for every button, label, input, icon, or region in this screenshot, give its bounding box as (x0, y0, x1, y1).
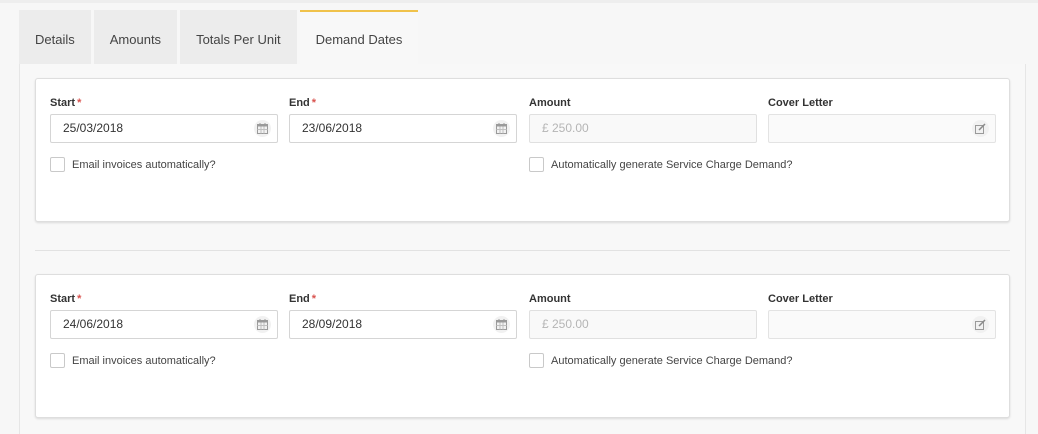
end-date-input[interactable]: 28/09/2018 (289, 310, 517, 339)
start-date-input[interactable]: 25/03/2018 (50, 114, 278, 143)
tab-totals-per-unit[interactable]: Totals Per Unit (180, 10, 297, 64)
end-label: End * (289, 97, 317, 109)
edit-icon[interactable] (972, 316, 989, 333)
email-invoices-label: Email invoices automatically? (72, 354, 216, 367)
tab-demand-dates[interactable]: Demand Dates (299, 10, 419, 64)
demand-card: Start * 24/06/2018 End * 28/09/2018 Amount… (35, 274, 1010, 418)
email-invoices-checkbox[interactable]: Email invoices automatically? (50, 353, 216, 368)
divider (35, 250, 1010, 251)
email-invoices-checkbox[interactable]: Email invoices automatically? (50, 157, 216, 172)
amount-field: Amount £ 250.00 (529, 96, 757, 143)
demand-card: Start * 25/03/2018 End * 23/06/2018 Amount… (35, 78, 1010, 222)
calendar-icon[interactable] (493, 120, 510, 137)
end-date-value: 28/09/2018 (302, 317, 363, 331)
calendar-icon[interactable] (254, 120, 271, 137)
start-label: Start * (50, 293, 82, 305)
checkbox-box[interactable] (529, 353, 544, 368)
checkbox-box[interactable] (529, 157, 544, 172)
end-field: End * 28/09/2018 (289, 292, 517, 339)
tab-panel: Start * 25/03/2018 End * 23/06/2018 Amount… (19, 64, 1026, 434)
tab-amounts[interactable]: Amounts (93, 10, 178, 64)
amount-label: Amount (529, 293, 571, 305)
cover-letter-input[interactable] (768, 310, 996, 339)
checkbox-box[interactable] (50, 157, 65, 172)
email-invoices-label: Email invoices automatically? (72, 158, 216, 171)
tab-details[interactable]: Details (19, 10, 91, 64)
tab-bar: Details Amounts Totals Per Unit Demand D… (19, 10, 421, 64)
start-field: Start * 25/03/2018 (50, 96, 278, 143)
required-mark: * (77, 97, 82, 109)
cover-letter-input[interactable] (768, 114, 996, 143)
start-label: Start * (50, 97, 82, 109)
end-label: End * (289, 293, 317, 305)
cover-letter-field: Cover Letter (768, 96, 996, 143)
start-field: Start * 24/06/2018 (50, 292, 278, 339)
generate-demand-label: Automatically generate Service Charge De… (551, 158, 793, 171)
required-mark: * (311, 293, 317, 305)
end-date-value: 23/06/2018 (302, 121, 363, 135)
generate-demand-label: Automatically generate Service Charge De… (551, 354, 793, 367)
end-field: End * 23/06/2018 (289, 96, 517, 143)
start-date-input[interactable]: 24/06/2018 (50, 310, 278, 339)
amount-input: £ 250.00 (529, 310, 757, 339)
top-border (0, 0, 1038, 3)
checkbox-box[interactable] (50, 353, 65, 368)
start-date-value: 24/06/2018 (63, 317, 124, 331)
generate-demand-checkbox[interactable]: Automatically generate Service Charge De… (529, 157, 793, 172)
cover-letter-label: Cover Letter (768, 293, 833, 305)
cover-letter-field: Cover Letter (768, 292, 996, 339)
cover-letter-label: Cover Letter (768, 97, 833, 109)
start-date-value: 25/03/2018 (63, 121, 124, 135)
edit-icon[interactable] (972, 120, 989, 137)
amount-field: Amount £ 250.00 (529, 292, 757, 339)
end-date-input[interactable]: 23/06/2018 (289, 114, 517, 143)
generate-demand-checkbox[interactable]: Automatically generate Service Charge De… (529, 353, 793, 368)
amount-label: Amount (529, 97, 571, 109)
required-mark: * (77, 293, 82, 305)
calendar-icon[interactable] (493, 316, 510, 333)
required-mark: * (311, 97, 317, 109)
calendar-icon[interactable] (254, 316, 271, 333)
amount-input: £ 250.00 (529, 114, 757, 143)
